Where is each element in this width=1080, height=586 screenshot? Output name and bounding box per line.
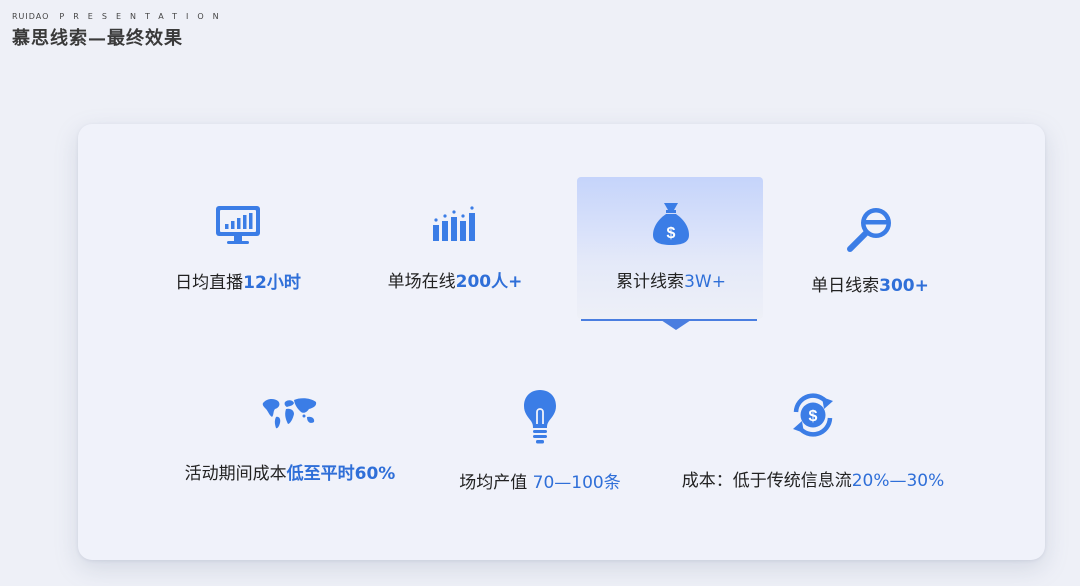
monitor-chart-icon bbox=[216, 206, 260, 244]
stat-label: 日均直播12小时 bbox=[158, 268, 318, 293]
stat-prefix: 成本：低于传统信息流 bbox=[681, 471, 852, 491]
stat-prefix: 活动期间成本 bbox=[184, 464, 287, 484]
stat-highlight: 200人+ bbox=[455, 272, 523, 292]
stat-label: 单场在线200人+ bbox=[370, 267, 540, 292]
stat-prefix: 单日线索 bbox=[811, 276, 880, 296]
stat-output-per-session: 场均产值 70—100条 bbox=[450, 388, 630, 493]
stat-label: 单日线索300+ bbox=[795, 271, 945, 296]
stat-cumulative-leads: $ 累计线索3W+ bbox=[592, 197, 750, 292]
stat-prefix: 累计线索 bbox=[616, 272, 685, 292]
stat-prefix: 单场在线 bbox=[387, 272, 456, 292]
stat-cost-vs-traditional: $ 成本：低于传统信息流20%—30% bbox=[668, 390, 958, 491]
stat-label: 成本：低于传统信息流20%—30% bbox=[668, 466, 958, 491]
stat-label: 活动期间成本低至平时60% bbox=[170, 459, 410, 484]
svg-text:$: $ bbox=[667, 225, 676, 242]
stat-label: 场均产值 70—100条 bbox=[450, 468, 630, 493]
magnifier-icon bbox=[847, 208, 891, 252]
stat-highlight: 低至平时60% bbox=[286, 464, 396, 484]
stat-daily-live-hours: 日均直播12小时 bbox=[158, 204, 318, 293]
brand-header: RUIDAO PRESENTATION 慕思线索—最终效果 bbox=[12, 12, 228, 50]
lightbulb-icon bbox=[524, 390, 556, 444]
money-bag-icon: $ bbox=[653, 203, 689, 245]
stat-highlight: 12小时 bbox=[243, 273, 301, 293]
page-title: 慕思线索—最终效果 bbox=[12, 28, 183, 49]
dollar-cycle-icon: $ bbox=[793, 393, 833, 437]
stat-prefix: 日均直播 bbox=[175, 273, 244, 293]
world-map-icon bbox=[262, 398, 317, 429]
stat-prefix: 场均产值 bbox=[459, 473, 533, 493]
brand-word-presentation: PRESENTATION bbox=[59, 12, 228, 21]
brand-word-ruidao: RUIDAO bbox=[12, 12, 50, 21]
stat-campaign-cost: 活动期间成本低至平时60% bbox=[170, 395, 410, 484]
stat-highlight: 20%—30% bbox=[851, 471, 945, 491]
stat-daily-leads: 单日线索300+ bbox=[795, 203, 945, 296]
bar-chart-icon bbox=[433, 206, 475, 241]
stat-label: 累计线索3W+ bbox=[592, 267, 750, 292]
svg-text:$: $ bbox=[809, 408, 818, 425]
stat-highlight: 3W+ bbox=[684, 272, 726, 292]
stat-highlight: 70—100条 bbox=[532, 473, 621, 493]
stat-highlight: 300+ bbox=[879, 276, 929, 296]
stat-concurrent-online: 单场在线200人+ bbox=[370, 205, 540, 292]
results-card bbox=[78, 124, 1045, 560]
brand-tagline: RUIDAO PRESENTATION bbox=[12, 12, 228, 21]
selected-item-pointer bbox=[661, 320, 691, 330]
